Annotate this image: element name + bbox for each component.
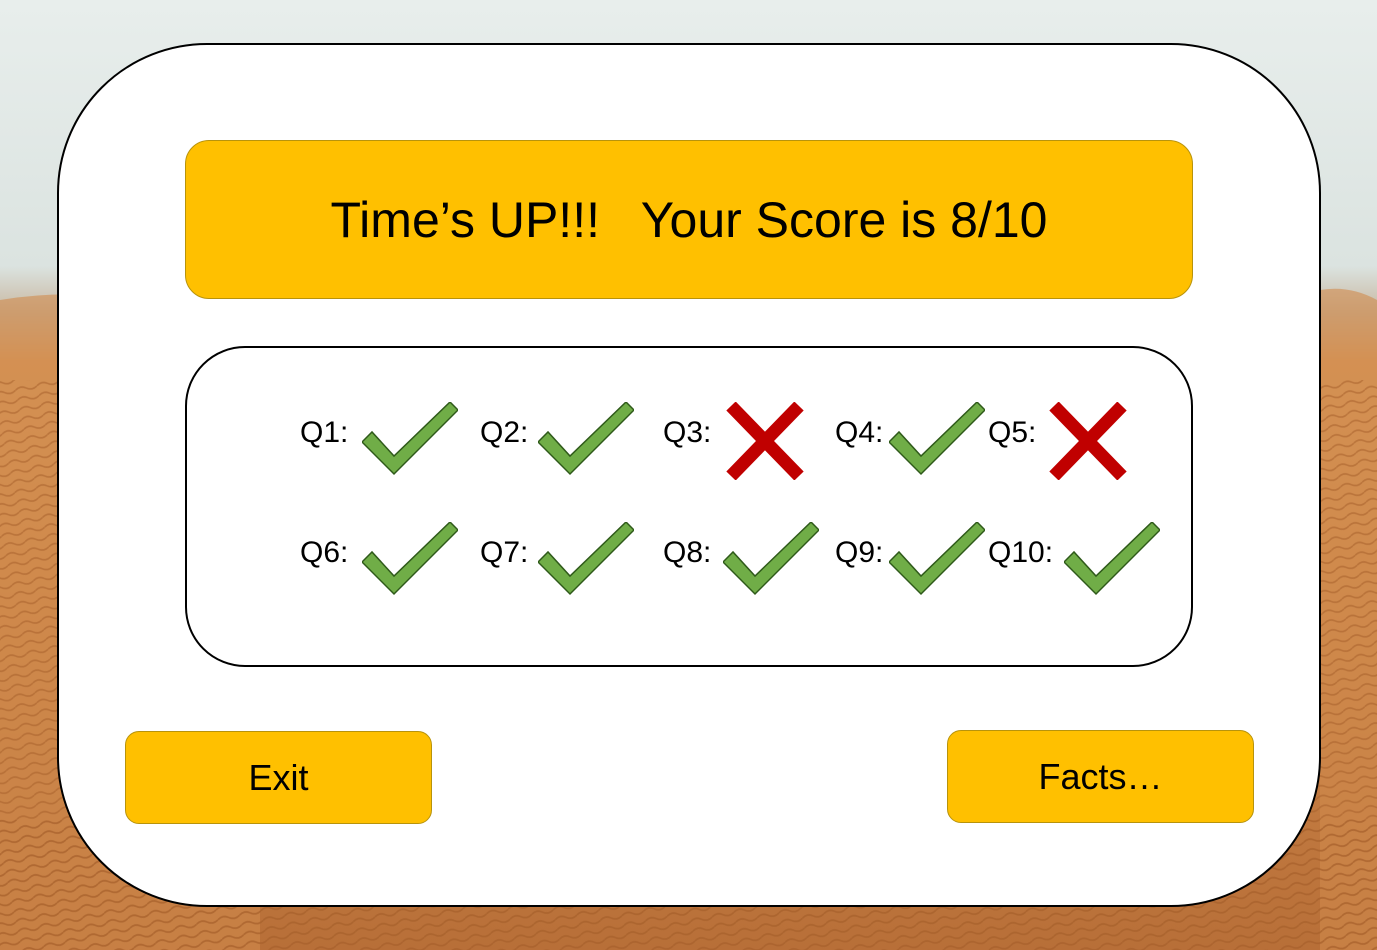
check-icon — [362, 522, 458, 596]
score-banner: Time’s UP!!! Your Score is 8/10 — [185, 140, 1193, 299]
question-label: Q9: — [835, 536, 884, 569]
question-label: Q8: — [663, 536, 712, 569]
exit-button[interactable]: Exit — [125, 731, 432, 824]
question-label: Q10: — [988, 536, 1054, 569]
check-icon — [538, 402, 634, 476]
question-results-panel: Q1: Q2: Q3: Q4: Q5: Q6: Q7: Q8: Q9: Q10: — [185, 346, 1193, 667]
question-label: Q1: — [300, 416, 349, 449]
question-label: Q3: — [663, 416, 712, 449]
cross-icon — [1049, 402, 1127, 480]
facts-button[interactable]: Facts… — [947, 730, 1254, 823]
question-label: Q5: — [988, 416, 1037, 449]
question-label: Q6: — [300, 536, 349, 569]
check-icon — [362, 402, 458, 476]
check-icon — [889, 402, 985, 476]
question-label: Q7: — [480, 536, 529, 569]
question-label: Q2: — [480, 416, 529, 449]
check-icon — [723, 522, 819, 596]
check-icon — [538, 522, 634, 596]
score-message: Time’s UP!!! Your Score is 8/10 — [330, 191, 1048, 248]
question-label: Q4: — [835, 416, 884, 449]
cross-icon — [726, 402, 804, 480]
check-icon — [889, 522, 985, 596]
check-icon — [1064, 522, 1160, 596]
